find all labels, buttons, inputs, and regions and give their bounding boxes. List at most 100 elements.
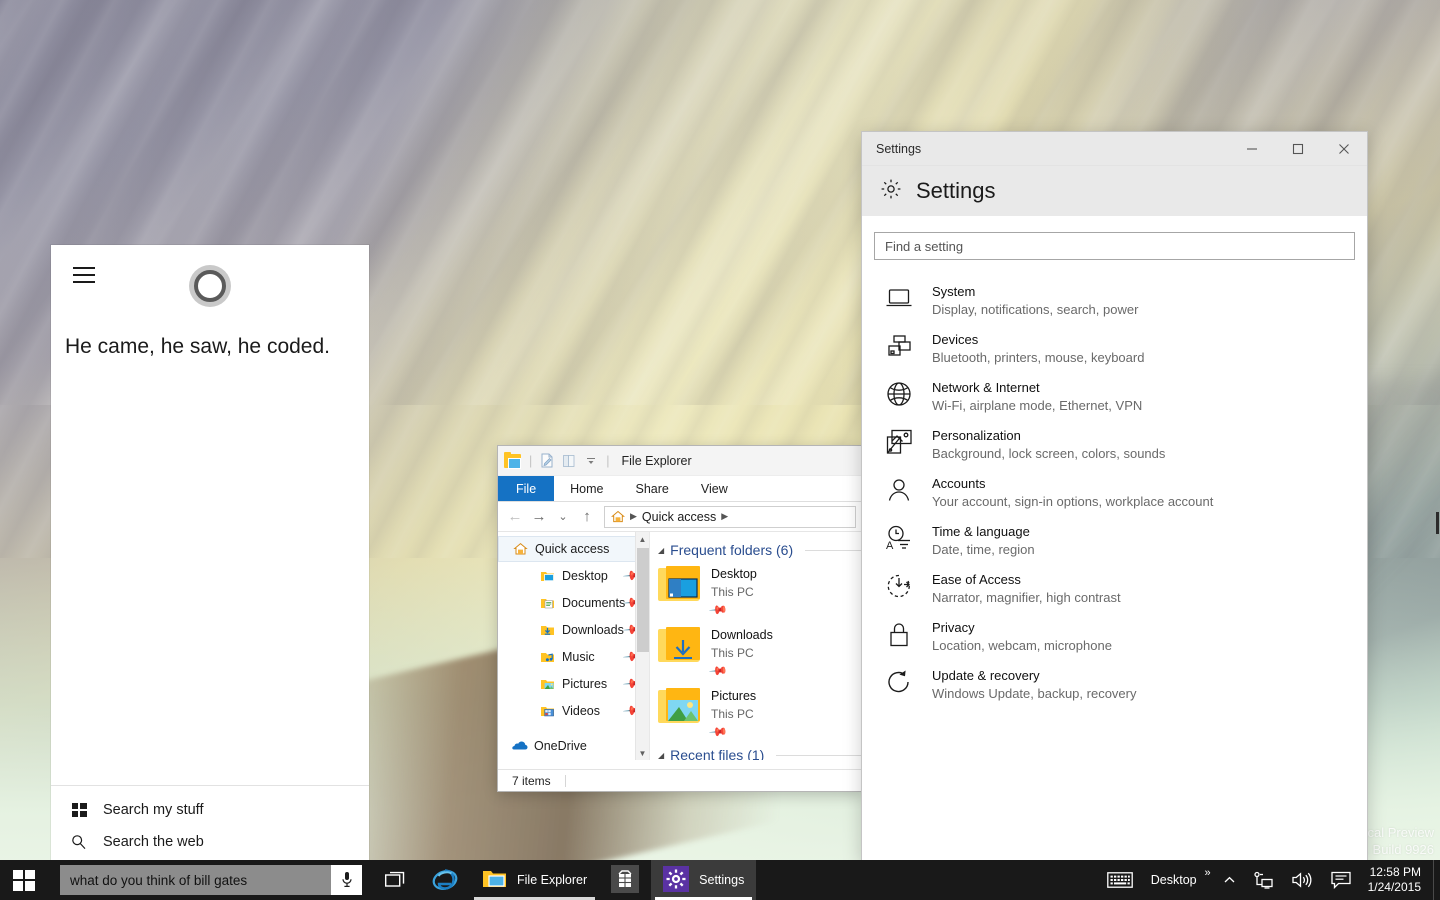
system-tray: Desktop » 12:58 PM 1/24/2015 xyxy=(1098,860,1440,900)
tab-home[interactable]: Home xyxy=(554,476,619,501)
settings-item-name: Accounts xyxy=(932,476,986,491)
sidebar-item-videos[interactable]: Videos 📌 xyxy=(498,697,649,724)
up-arrow-icon[interactable]: ↑ xyxy=(576,506,598,528)
hamburger-icon[interactable] xyxy=(63,257,105,293)
settings-item-time-language[interactable]: A Time & language Date, time, region xyxy=(862,522,1367,570)
touch-keyboard-icon[interactable] xyxy=(1098,860,1142,900)
scroll-up-arrow-icon[interactable]: ▲ xyxy=(636,532,649,546)
taskbar-app-store[interactable] xyxy=(599,860,651,900)
pin-icon[interactable]: 📌 xyxy=(708,600,728,620)
sidebar-item-pictures[interactable]: Pictures 📌 xyxy=(498,670,649,697)
windows-logo-icon xyxy=(13,869,35,891)
start-button[interactable] xyxy=(0,860,48,900)
sidebar-item-label: Music xyxy=(562,649,595,664)
gear-icon xyxy=(880,178,902,205)
settings-item-ease-of-access[interactable]: Ease of Access Narrator, magnifier, high… xyxy=(862,570,1367,618)
settings-item-network[interactable]: Network & Internet Wi-Fi, airplane mode,… xyxy=(862,378,1367,426)
settings-item-name: Ease of Access xyxy=(932,572,1021,587)
sidebar-item-desktop[interactable]: Desktop 📌 xyxy=(498,562,649,589)
settings-item-update-recovery[interactable]: Update & recovery Windows Update, backup… xyxy=(862,666,1367,714)
file-explorer-window: | | File Explorer File Home Share View ←… xyxy=(498,446,862,791)
folder-location: This PC xyxy=(711,646,754,660)
sidebar-item-downloads[interactable]: Downloads 📌 xyxy=(498,616,649,643)
cortana-orb-icon[interactable] xyxy=(189,265,231,307)
settings-header: Settings xyxy=(862,166,1367,216)
desktop-label-text: Desktop xyxy=(1150,873,1197,887)
task-view-icon[interactable] xyxy=(372,860,420,900)
collapse-triangle-icon[interactable]: ◢ xyxy=(658,546,664,555)
microphone-icon[interactable] xyxy=(331,865,362,895)
minimize-icon[interactable] xyxy=(1229,132,1275,166)
sidebar-item-quick-access[interactable]: Quick access xyxy=(498,536,649,562)
clock-time: 12:58 PM xyxy=(1369,865,1421,879)
sidebar-item-music[interactable]: Music 📌 xyxy=(498,643,649,670)
pin-icon[interactable]: 📌 xyxy=(708,722,728,742)
settings-item-name: Network & Internet xyxy=(932,380,1040,395)
group-header-frequent-folders[interactable]: ◢ Frequent folders (6) xyxy=(658,542,862,558)
cortana-search-the-web[interactable]: Search the web xyxy=(51,826,369,858)
tab-view[interactable]: View xyxy=(685,476,744,501)
taskbar-app-internet-explorer[interactable] xyxy=(420,860,470,900)
onedrive-icon xyxy=(512,739,528,753)
svg-text:A: A xyxy=(886,540,894,551)
settings-item-system[interactable]: System Display, notifications, search, p… xyxy=(862,282,1367,330)
forward-arrow-icon[interactable]: → xyxy=(528,506,550,528)
breadcrumb[interactable]: ▶ Quick access ▶ xyxy=(604,505,856,528)
settings-titlebar[interactable]: Settings xyxy=(862,132,1367,166)
taskbar-app-settings[interactable]: Settings xyxy=(651,860,757,900)
maximize-icon[interactable] xyxy=(1275,132,1321,166)
breadcrumb-separator: ▶ xyxy=(630,511,637,521)
settings-item-personalization[interactable]: Personalization Background, lock screen,… xyxy=(862,426,1367,474)
clock[interactable]: 12:58 PM 1/24/2015 xyxy=(1360,860,1433,900)
chevron-overflow-icon[interactable]: » xyxy=(1204,867,1210,879)
sidebar-item-onedrive[interactable]: OneDrive xyxy=(498,732,649,759)
settings-item-name: Personalization xyxy=(932,428,1021,443)
navigation-pane-scrollbar[interactable]: ▲ ▼ xyxy=(635,532,649,760)
tray-desktop-label[interactable]: Desktop » xyxy=(1142,860,1215,900)
recent-locations-icon[interactable]: ⌄ xyxy=(552,506,574,528)
close-icon[interactable] xyxy=(1321,132,1367,166)
back-arrow-icon[interactable]: ← xyxy=(504,506,526,528)
settings-item-privacy[interactable]: Privacy Location, webcam, microphone xyxy=(862,618,1367,666)
list-item[interactable]: Downloads This PC 📌 xyxy=(658,625,862,681)
qat-separator: | xyxy=(529,453,533,468)
show-desktop-button[interactable] xyxy=(1433,860,1440,900)
action-center-icon[interactable] xyxy=(1322,860,1360,900)
list-item[interactable]: Desktop This PC 📌 xyxy=(658,564,862,620)
cortana-action-label: Search the web xyxy=(103,834,204,850)
status-divider xyxy=(564,774,566,787)
pin-icon[interactable]: 📌 xyxy=(708,661,728,681)
breadcrumb-path[interactable]: Quick access xyxy=(642,510,716,524)
sidebar-item-documents[interactable]: Documents 📌 xyxy=(498,589,649,616)
scroll-down-arrow-icon[interactable]: ▼ xyxy=(636,746,649,760)
list-item[interactable]: Pictures This PC 📌 xyxy=(658,686,862,742)
settings-item-devices[interactable]: Devices Bluetooth, printers, mouse, keyb… xyxy=(862,330,1367,378)
properties-icon[interactable] xyxy=(540,453,554,468)
file-explorer-titlebar[interactable]: | | File Explorer xyxy=(498,446,862,476)
search-input[interactable]: what do you think of bill gates xyxy=(60,865,362,895)
volume-icon[interactable] xyxy=(1282,860,1322,900)
group-header-recent-files[interactable]: ◢ Recent files (1) xyxy=(658,747,862,760)
collapse-triangle-icon[interactable]: ◢ xyxy=(658,751,664,760)
customize-chevron-icon[interactable] xyxy=(584,453,598,468)
search-input[interactable] xyxy=(874,232,1355,260)
settings-item-accounts[interactable]: Accounts Your account, sign-in options, … xyxy=(862,474,1367,522)
sidebar-item-label: Desktop xyxy=(562,568,608,583)
network-icon[interactable] xyxy=(1244,860,1282,900)
show-hidden-icons-chevron[interactable] xyxy=(1215,860,1244,900)
sidebar-item-label: Videos xyxy=(562,703,600,718)
breadcrumb-separator-2[interactable]: ▶ xyxy=(721,511,728,522)
cortana-search-my-stuff[interactable]: Search my stuff xyxy=(51,794,369,826)
settings-search-wrap xyxy=(862,216,1367,260)
new-folder-icon[interactable] xyxy=(562,453,576,468)
taskbar-app-file-explorer[interactable]: File Explorer xyxy=(470,860,599,900)
music-folder-icon xyxy=(540,650,555,664)
file-explorer-address-bar: ← → ⌄ ↑ ▶ Quick access ▶ xyxy=(498,502,862,532)
tab-file[interactable]: File xyxy=(498,476,555,501)
settings-category-list: System Display, notifications, search, p… xyxy=(862,260,1367,714)
globe-icon xyxy=(884,378,914,410)
cortana-panel: He came, he saw, he coded. Search my stu… xyxy=(51,245,369,860)
scrollbar-thumb[interactable] xyxy=(637,548,649,652)
tab-share[interactable]: Share xyxy=(620,476,685,501)
settings-window: Settings Settings Find a setting System … xyxy=(862,132,1367,862)
